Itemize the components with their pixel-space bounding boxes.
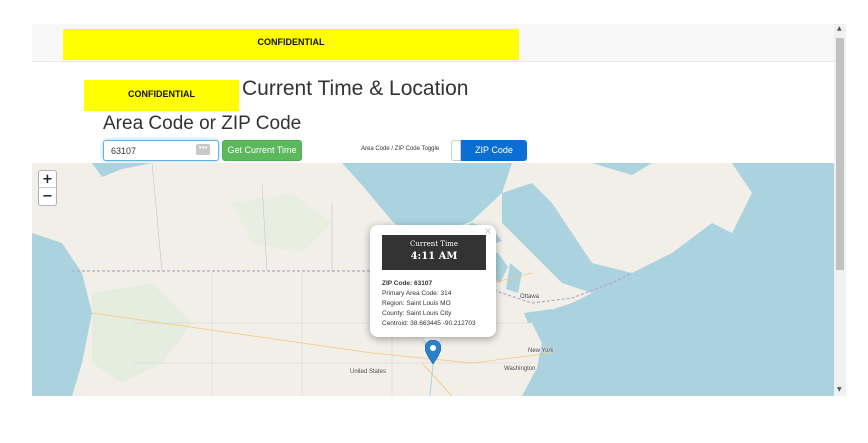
- centroid-label: Centroid: 38.663445 -90.212703: [382, 320, 476, 327]
- toggle-state[interactable]: ZIP Code: [461, 140, 527, 161]
- map-label-ottawa: Ottawa: [520, 294, 540, 300]
- map-label-united-states: United States: [350, 369, 387, 375]
- current-time-value: 4:11 AM: [410, 251, 458, 262]
- toggle-label: Area Code / ZIP Code Toggle: [361, 146, 440, 152]
- location-popup: × Current Time 4:11 AM ZIP Code: 63107 P…: [370, 225, 496, 337]
- page-subtitle: Area Code or ZIP Code: [103, 113, 302, 134]
- region-label: Region: Saint Louis MO: [382, 300, 451, 307]
- map-pin-icon[interactable]: [425, 340, 441, 364]
- browser-viewport: CONFIDENTIAL CONFIDENTIAL Current Time &…: [32, 24, 846, 396]
- county-label: County: Saint Louis City: [382, 310, 452, 317]
- map[interactable]: + − Ottawa New York Washington United St…: [32, 163, 834, 396]
- area-code-label: Primary Area Code: 314: [382, 290, 452, 297]
- zoom-in-button[interactable]: +: [39, 171, 56, 188]
- map-label-washington: Washington: [504, 366, 536, 372]
- vertical-scrollbar[interactable]: ▲ ▼: [834, 24, 846, 396]
- zoom-control: + −: [38, 170, 57, 206]
- top-navbar: CONFIDENTIAL: [32, 24, 834, 62]
- current-time-box: Current Time 4:11 AM: [382, 235, 486, 270]
- confidential-label: CONFIDENTIAL: [84, 80, 239, 111]
- scroll-down-icon[interactable]: ▼: [837, 386, 842, 393]
- get-current-time-button[interactable]: Get Current Time: [222, 140, 302, 161]
- toggle-knob[interactable]: [451, 140, 461, 161]
- page-title: Current Time & Location: [242, 77, 469, 100]
- current-time-title: Current Time: [410, 240, 458, 248]
- map-label-new-york: New York: [528, 348, 554, 354]
- autofill-icon[interactable]: •••: [196, 144, 210, 155]
- scroll-thumb[interactable]: [836, 38, 844, 270]
- location-details: ZIP Code: 63107 Primary Area Code: 314 R…: [382, 279, 476, 329]
- confidential-banner: CONFIDENTIAL: [63, 29, 519, 60]
- zip-code-label: ZIP Code: 63107: [382, 280, 433, 287]
- scroll-up-icon[interactable]: ▲: [837, 25, 842, 32]
- zoom-out-button[interactable]: −: [39, 188, 56, 205]
- area-zip-toggle[interactable]: ZIP Code: [451, 140, 527, 161]
